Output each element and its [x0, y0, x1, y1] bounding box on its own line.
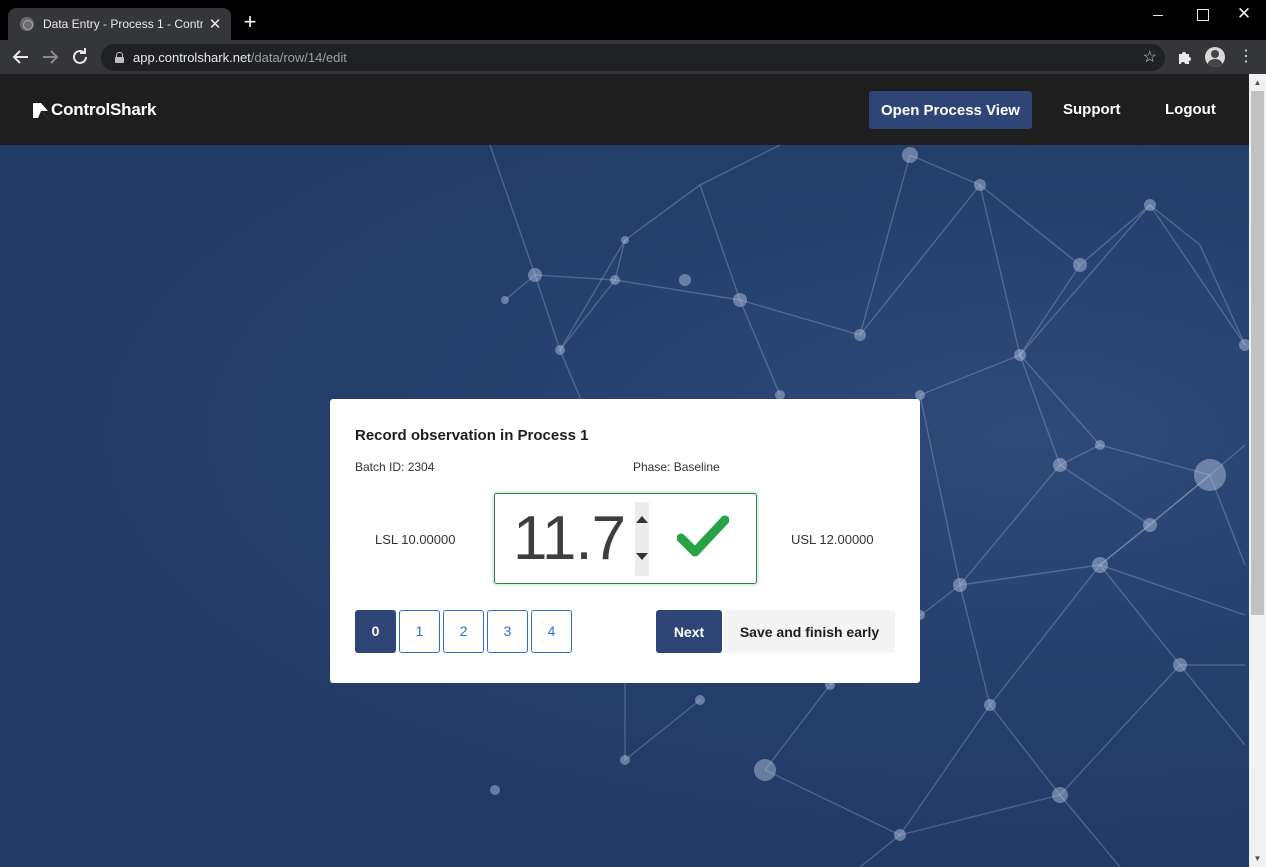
observation-tab-4[interactable]: 4	[531, 610, 572, 653]
support-link[interactable]: Support	[1063, 101, 1121, 118]
upper-spec-limit: USL 12.00000	[791, 532, 874, 547]
browser-titlebar: Data Entry - Process 1 - ControlShark ✕ …	[0, 0, 1266, 40]
window-minimize-icon[interactable]	[1138, 4, 1178, 26]
profile-avatar[interactable]	[1205, 47, 1225, 67]
tab-title: Data Entry - Process 1 - ControlShark	[43, 17, 203, 31]
page-viewport: ControlShark Open Process View Support L…	[0, 74, 1249, 867]
observation-value-input[interactable]: 11.7	[494, 493, 757, 584]
logout-link[interactable]: Logout	[1165, 101, 1216, 118]
phase-label: Phase: Baseline	[633, 460, 720, 474]
observation-tab-1[interactable]: 1	[399, 610, 440, 653]
puzzle-icon[interactable]	[1176, 48, 1194, 66]
checkmark-icon	[677, 515, 729, 557]
card-title: Record observation in Process 1	[355, 427, 589, 444]
address-bar[interactable]: app.controlshark.net/data/row/14/edit ☆	[101, 44, 1165, 71]
scroll-down-icon[interactable]: ▼	[1249, 850, 1266, 867]
shark-fin-icon	[33, 102, 48, 118]
reload-icon[interactable]	[68, 45, 92, 69]
window-maximize-icon[interactable]	[1182, 4, 1222, 26]
browser-toolbar: app.controlshark.net/data/row/14/edit ☆ …	[0, 40, 1266, 74]
next-button[interactable]: Next	[656, 610, 722, 653]
observation-tab-0[interactable]: 0	[355, 610, 396, 653]
lower-spec-limit: LSL 10.00000	[375, 532, 456, 547]
page-scrollbar[interactable]: ▲ ▼	[1249, 74, 1266, 867]
brand-logo[interactable]: ControlShark	[32, 100, 156, 120]
save-and-finish-early-button[interactable]: Save and finish early	[724, 610, 895, 653]
record-observation-card: Record observation in Process 1 Batch ID…	[330, 399, 920, 683]
scroll-thumb[interactable]	[1251, 91, 1264, 615]
decrement-icon[interactable]	[635, 547, 649, 567]
increment-icon[interactable]	[635, 510, 649, 530]
new-tab-icon[interactable]: +	[240, 11, 260, 33]
url-text: app.controlshark.net/data/row/14/edit	[133, 50, 347, 65]
observation-value: 11.7	[513, 504, 626, 573]
brand-name: ControlShark	[51, 100, 157, 119]
arrow-right-icon[interactable]	[38, 45, 62, 69]
browser-tab-active[interactable]: Data Entry - Process 1 - ControlShark ✕	[8, 8, 231, 40]
tab-close-icon[interactable]: ✕	[207, 15, 223, 33]
star-icon[interactable]: ☆	[1143, 47, 1157, 67]
arrow-left-icon[interactable]	[9, 45, 33, 69]
observation-tab-3[interactable]: 3	[487, 610, 528, 653]
kebab-menu-icon[interactable]: ⋮	[1238, 47, 1254, 67]
hero-background: Record observation in Process 1 Batch ID…	[0, 145, 1249, 867]
scroll-up-icon[interactable]: ▲	[1249, 74, 1266, 91]
number-spinner	[635, 502, 649, 576]
app-header: ControlShark Open Process View Support L…	[0, 74, 1249, 145]
observation-tabs: 0 1 2 3 4	[355, 610, 575, 653]
window-close-icon[interactable]: ✕	[1224, 4, 1264, 26]
open-process-view-button[interactable]: Open Process View	[869, 91, 1032, 129]
batch-id: Batch ID: 2304	[355, 460, 435, 474]
observation-tab-2[interactable]: 2	[443, 610, 484, 653]
globe-icon	[20, 17, 34, 31]
lock-icon	[115, 52, 124, 63]
